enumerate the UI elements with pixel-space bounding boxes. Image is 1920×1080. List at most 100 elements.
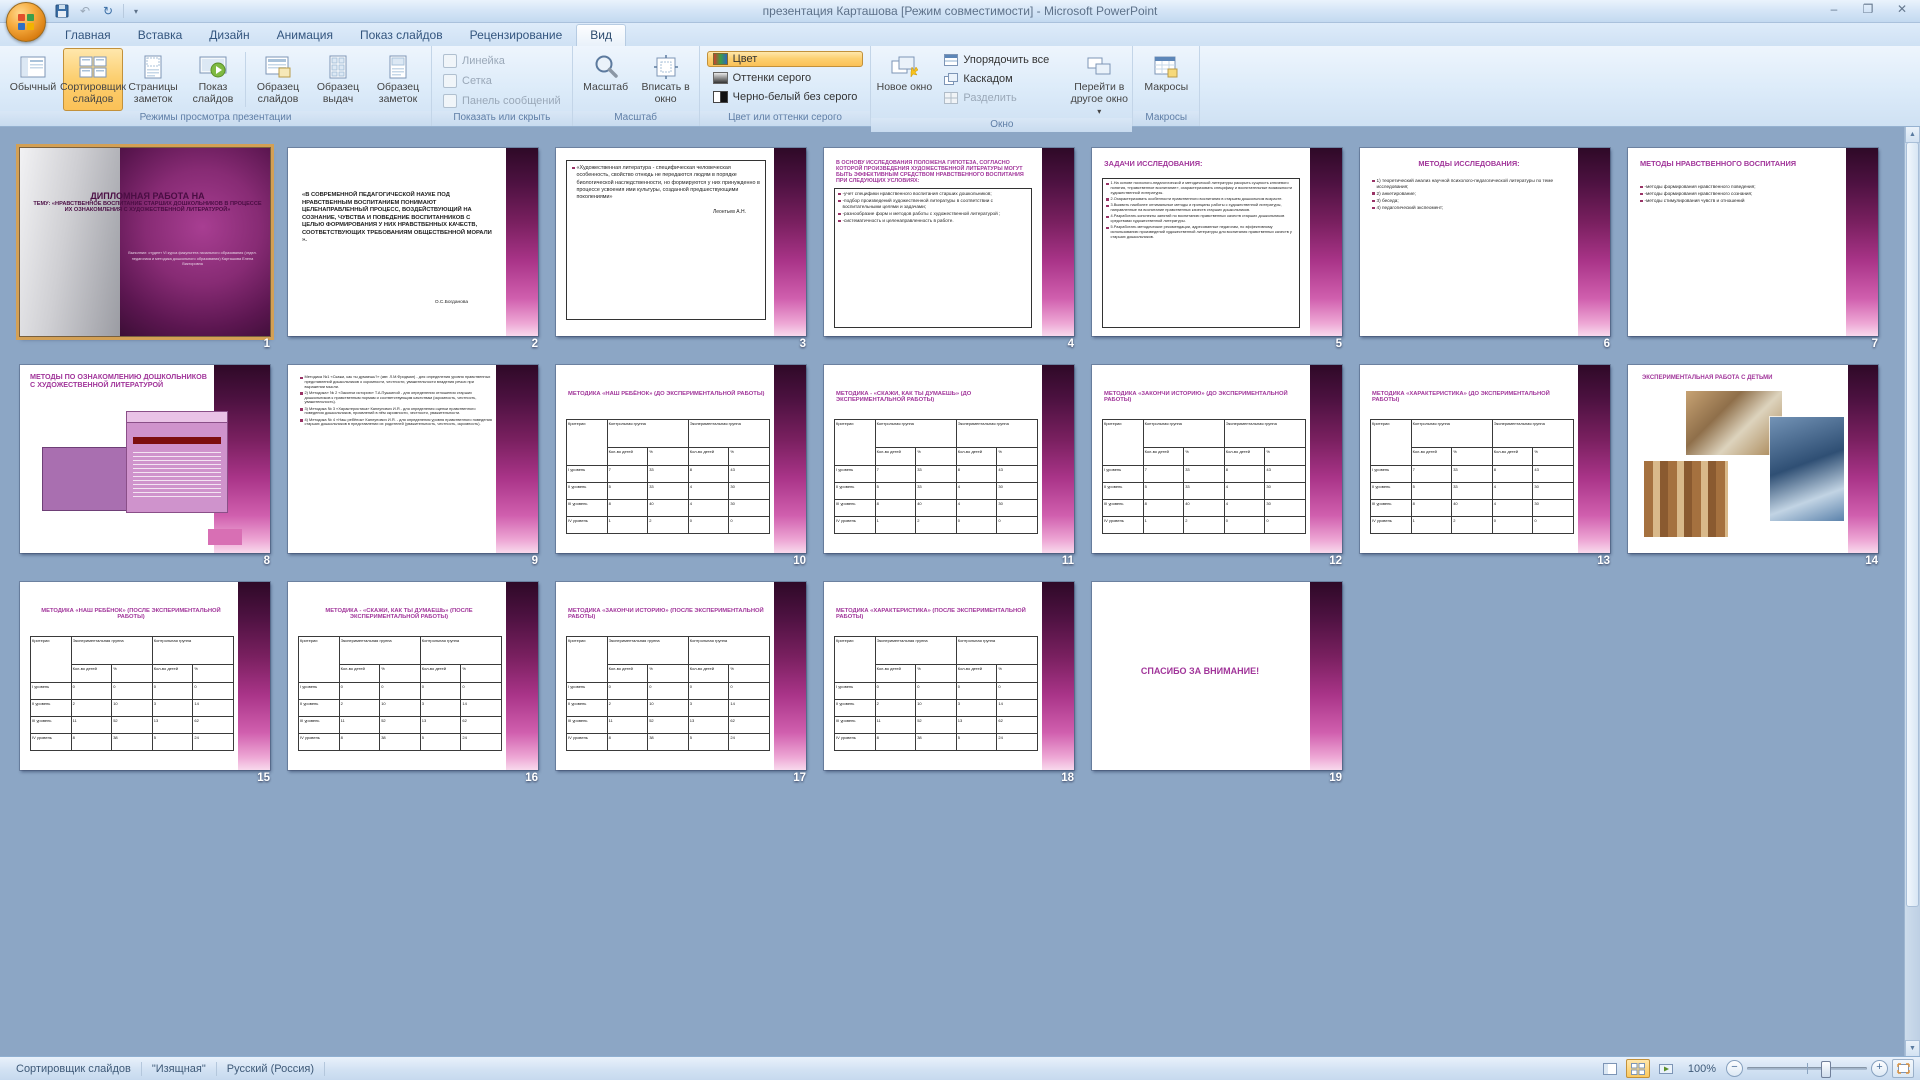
tab-animation[interactable]: Анимация (264, 25, 346, 46)
zoom-slider-thumb[interactable] (1821, 1061, 1831, 1078)
close-button[interactable]: ✕ (1892, 2, 1912, 16)
language-status[interactable]: Русский (Россия) (217, 1063, 324, 1075)
redo-button[interactable]: ↻ (98, 2, 118, 20)
macros-button[interactable]: Макросы (1136, 48, 1196, 111)
slide-sorter-canvas[interactable]: ДИПЛОМНАЯ РАБОТА НАТЕМУ: «НРАВСТВЕННОЕ В… (0, 126, 1920, 1057)
zoom-level[interactable]: 100% (1682, 1063, 1722, 1075)
split-button[interactable]: Разделить (938, 90, 1055, 106)
bullet-list: 1.На основе психолого-педагогической и м… (1102, 178, 1300, 328)
grayscale-button[interactable]: Оттенки серого (707, 70, 864, 86)
slide-master-button[interactable]: Образец слайдов (248, 48, 308, 111)
bullet-text: 2) анкетирование; (1377, 191, 1416, 197)
slide-thumbnail-2[interactable]: «В СОВРЕМЕННОЙ ПЕДАГОГИЧЕСКОЙ НАУКЕ ПОД … (288, 148, 538, 336)
slide-thumbnail-5[interactable]: ЗАДАЧИ ИССЛЕДОВАНИЯ:1.На основе психолог… (1092, 148, 1342, 336)
bullet-item: 3) Методика № 3 «Характеристика» Каплуно… (300, 407, 492, 417)
slide-thumbnail-1[interactable]: ДИПЛОМНАЯ РАБОТА НАТЕМУ: «НРАВСТВЕННОЕ В… (20, 148, 270, 336)
cascade-button[interactable]: Каскадом (938, 71, 1055, 87)
diagram-box-small (208, 529, 242, 545)
slide-thumbnail-4[interactable]: В ОСНОВУ ИССЛЕДОВАНИЯ ПОЛОЖЕНА ГИПОТЕЗА,… (824, 148, 1074, 336)
window-title: презентация Карташова [Режим совместимос… (0, 0, 1920, 22)
black-white-button[interactable]: Черно-белый без серого (707, 89, 864, 105)
slide-thumbnail-19[interactable]: СПАСИБО ЗА ВНИМАНИЕ! (1092, 582, 1342, 770)
slide-title: МЕТОДИКА «НАШ РЕБЁНОК» (ПОСЛЕ ЭКСПЕРИМЕН… (32, 608, 230, 621)
bullet-marker-icon (1372, 207, 1375, 210)
slideshow-view-button[interactable]: Показ слайдов (183, 48, 243, 111)
tab-review[interactable]: Рецензирование (457, 25, 576, 46)
slide-thumbnail-3[interactable]: «Художественная литература - специфическ… (556, 148, 806, 336)
restore-button[interactable]: ❐ (1858, 2, 1878, 16)
tab-insert[interactable]: Вставка (125, 25, 196, 46)
grid-checkbox[interactable]: Сетка (443, 74, 561, 88)
slide-thumbnail-17[interactable]: МЕТОДИКА «ЗАКОНЧИ ИСТОРИЮ» (ПОСЛЕ ЭКСПЕР… (556, 582, 806, 770)
slide-thumbnail-6[interactable]: МЕТОДЫ ИССЛЕДОВАНИЯ:1) теоретический ана… (1360, 148, 1610, 336)
zoom-slider[interactable] (1747, 1067, 1867, 1070)
tab-view[interactable]: Вид (576, 24, 626, 46)
zoom-button[interactable]: Масштаб (576, 48, 636, 111)
bullet-text: -методы формирования нравственного созна… (1645, 191, 1753, 197)
new-window-button[interactable]: Новое окно (874, 48, 934, 118)
slide-master-icon (265, 52, 291, 82)
fit-to-window-button[interactable]: Вписать в окно (636, 48, 696, 111)
slide-thumbnail-12[interactable]: МЕТОДИКА «ЗАКОНЧИ ИСТОРИЮ» (ДО ЭКСПЕРИМЕ… (1092, 365, 1342, 553)
ruler-checkbox[interactable]: Линейка (443, 54, 561, 68)
scroll-down-icon[interactable]: ▼ (1905, 1040, 1920, 1057)
normal-view-button[interactable]: Обычный (3, 48, 63, 111)
quote-box: «Художественная литература - специфическ… (566, 160, 766, 320)
slide-sorter-button[interactable]: Сортировщик слайдов (63, 48, 123, 111)
slide-thumbnail-18[interactable]: МЕТОДИКА «ХАРАКТЕРИСТИКА» (ПОСЛЕ ЭКСПЕРИ… (824, 582, 1074, 770)
tab-home[interactable]: Главная (52, 25, 124, 46)
status-normal-view-button[interactable] (1598, 1059, 1622, 1078)
office-button[interactable] (6, 2, 46, 42)
scrollbar-thumb[interactable] (1906, 142, 1919, 907)
slide-thumbnail-15[interactable]: МЕТОДИКА «НАШ РЕБЁНОК» (ПОСЛЕ ЭКСПЕРИМЕН… (20, 582, 270, 770)
qat-dropdown-icon[interactable]: ▾ (134, 7, 138, 16)
theme-gradient-band (1042, 365, 1074, 553)
bullet-marker-icon (1106, 183, 1109, 186)
scroll-up-icon[interactable]: ▲ (1905, 126, 1920, 143)
handout-master-button[interactable]: Образец выдач (308, 48, 368, 111)
arrange-all-button[interactable]: Упорядочить все (938, 52, 1055, 68)
notes-page-button[interactable]: Страницы заметок (123, 48, 183, 111)
zoom-out-button[interactable]: − (1726, 1060, 1743, 1077)
slide-thumbnail-13[interactable]: МЕТОДИКА «ХАРАКТЕРИСТИКА» (ДО ЭКСПЕРИМЕН… (1360, 365, 1610, 553)
slide-content: МЕТОДИКА «НАШ РЕБЁНОК» (ДО ЭКСПЕРИМЕНТАЛ… (556, 365, 806, 553)
theme-gradient-band (1848, 365, 1878, 553)
photo-children-table (1686, 391, 1782, 455)
minimize-button[interactable]: ‒ (1824, 2, 1844, 16)
tab-slideshow[interactable]: Показ слайдов (347, 25, 456, 46)
group-label: Цвет или оттенки серого (700, 111, 871, 126)
slide-thumbnail-10[interactable]: МЕТОДИКА «НАШ РЕБЁНОК» (ДО ЭКСПЕРИМЕНТАЛ… (556, 365, 806, 553)
undo-button[interactable]: ↶ (75, 2, 95, 20)
bullet-text: -учет специфики нравственного воспитания… (843, 191, 992, 197)
slide-thumbnail-11[interactable]: МЕТОДИКА - «СКАЖИ, КАК ТЫ ДУМАЕШЬ» (ДО Э… (824, 365, 1074, 553)
slide-thumbnail-16[interactable]: МЕТОДИКА - «СКАЖИ, КАК ТЫ ДУМАЕШЬ» (ПОСЛ… (288, 582, 538, 770)
notes-master-button[interactable]: Образец заметок (368, 48, 428, 111)
slide-thumbnail-8[interactable]: МЕТОДЫ ПО ОЗНАКОМЛЕНИЮ ДОШКОЛЬНИКОВ С ХУ… (20, 365, 270, 553)
tab-design[interactable]: Дизайн (196, 25, 262, 46)
zoom-in-button[interactable]: + (1871, 1060, 1888, 1077)
button-label: Образец заметок (369, 82, 427, 106)
bullet-marker-icon (1106, 198, 1109, 201)
view-mode-status[interactable]: Сортировщик слайдов (6, 1063, 141, 1075)
save-button[interactable] (52, 2, 72, 20)
slide-thumbnail-7[interactable]: МЕТОДЫ НРАВСТВЕННОГО ВОСПИТАНИЯ-методы ф… (1628, 148, 1878, 336)
fit-slide-button[interactable] (1892, 1059, 1914, 1078)
status-slide-sorter-button[interactable] (1626, 1059, 1650, 1078)
vertical-scrollbar[interactable]: ▲ ▼ (1904, 126, 1920, 1057)
slide-thumbnail-14[interactable]: ЭКСПЕРИМЕНТАЛЬНАЯ РАБОТА С ДЕТЬМИ (1628, 365, 1878, 553)
theme-status[interactable]: "Изящная" (142, 1063, 216, 1075)
color-mode-button[interactable]: Цвет (707, 51, 864, 67)
results-table: КритерииЭкспериментальная группаКонтроль… (30, 636, 234, 751)
bullet-item: -методы формирования нравственного созна… (1640, 191, 1832, 197)
slide-title: МЕТОДИКА «НАШ РЕБЁНОК» (ДО ЭКСПЕРИМЕНТАЛ… (568, 391, 766, 397)
bullet-marker-icon (1106, 227, 1109, 230)
zoom-slider-tick (1807, 1063, 1808, 1074)
slide-thumbnail-9[interactable]: Методика №1 «Скажи, как ты думаешь?» (ав… (288, 365, 538, 553)
checkbox-icon (443, 54, 457, 68)
switch-windows-button[interactable]: Перейти в другое окно ▾ (1069, 48, 1129, 118)
theme-gradient-band (774, 148, 806, 336)
status-slideshow-button[interactable] (1654, 1059, 1678, 1078)
message-bar-checkbox[interactable]: Панель сообщений (443, 94, 561, 108)
bullet-list: Методика №1 «Скажи, как ты думаешь?» (ав… (300, 375, 492, 429)
switch-windows-icon (1085, 52, 1113, 82)
